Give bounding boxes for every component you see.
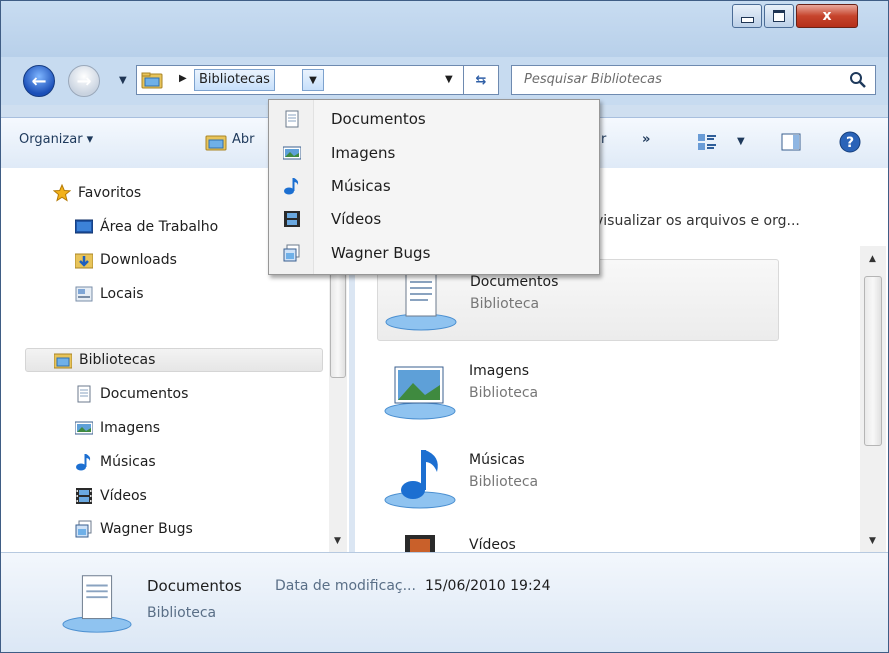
- forward-button[interactable]: →: [68, 65, 100, 97]
- open-folder-icon: [205, 135, 227, 151]
- star-icon: [53, 184, 71, 202]
- content-pane-scrollbar[interactable]: ▲ ▼: [860, 246, 886, 552]
- library-item-imagens[interactable]: Imagens Biblioteca: [377, 349, 777, 429]
- maximize-button[interactable]: [764, 4, 794, 28]
- library-item-name: Músicas: [469, 452, 525, 468]
- scroll-up-arrow-icon[interactable]: ▲: [869, 254, 876, 264]
- minimize-button[interactable]: [732, 4, 762, 28]
- library-item-kind: Biblioteca: [469, 385, 539, 401]
- forward-arrow-icon: →: [76, 70, 92, 92]
- menu-item-videos[interactable]: Vídeos: [269, 203, 599, 236]
- details-pane: Documentos Data de modificaç... 15/06/20…: [1, 552, 888, 652]
- navigation-pane-scroll-thumb[interactable]: [330, 268, 346, 378]
- chevron-down-icon: ▼: [309, 74, 317, 86]
- menu-item-wagner-bugs[interactable]: Wagner Bugs: [269, 237, 599, 270]
- music-note-icon: [284, 178, 299, 195]
- maximize-icon: [773, 10, 785, 22]
- breadcrumb-dropdown-menu: Documentos Imagens Músicas Vídeos Wagner…: [268, 99, 600, 275]
- library-item-name: Documentos: [470, 274, 559, 290]
- content-pane-scroll-thumb[interactable]: [864, 276, 882, 446]
- pictures-library-icon: [384, 366, 456, 420]
- user-library-icon: [75, 520, 92, 538]
- library-item-videos[interactable]: Vídeos: [377, 523, 777, 552]
- library-description-header: visualizar os arquivos e org...: [595, 213, 800, 229]
- breadcrumb-separator-icon[interactable]: ▶: [179, 73, 187, 84]
- title-bar[interactable]: x: [1, 1, 888, 57]
- recent-places-icon: [75, 286, 93, 302]
- back-button[interactable]: ←: [23, 65, 55, 97]
- close-button[interactable]: x: [796, 4, 858, 28]
- music-note-icon: [76, 454, 91, 471]
- back-arrow-icon: ←: [31, 70, 47, 92]
- search-icon[interactable]: [849, 71, 867, 89]
- desktop-icon: [75, 219, 93, 234]
- refresh-icon: ⇆: [475, 72, 487, 88]
- documents-library-icon: [62, 575, 132, 633]
- video-film-icon: [284, 211, 300, 227]
- help-icon[interactable]: ?: [839, 131, 861, 153]
- video-film-icon: [76, 488, 92, 504]
- scroll-down-arrow-icon[interactable]: ▼: [334, 536, 341, 546]
- menu-item-imagens[interactable]: Imagens: [269, 137, 599, 170]
- sidebar-bibliotecas-header[interactable]: Bibliotecas: [25, 348, 323, 372]
- refresh-button[interactable]: ⇆: [463, 65, 499, 95]
- view-options-dropdown-icon[interactable]: ▼: [737, 136, 745, 147]
- library-item-name: Vídeos: [469, 537, 516, 552]
- close-icon: x: [822, 8, 832, 24]
- documents-library-icon: [385, 271, 457, 331]
- document-icon: [285, 110, 299, 128]
- library-item-kind: Biblioteca: [470, 296, 540, 312]
- libraries-folder-icon: [54, 353, 72, 369]
- change-view-icon[interactable]: [697, 133, 717, 151]
- scroll-down-arrow-icon[interactable]: ▼: [869, 536, 876, 546]
- more-commands-button[interactable]: »: [642, 132, 650, 147]
- document-icon: [77, 385, 91, 403]
- videos-library-icon: [405, 535, 435, 552]
- preview-pane-icon[interactable]: [781, 133, 801, 151]
- toolbar-partial-button[interactable]: r: [601, 132, 606, 147]
- details-item-name: Documentos: [147, 577, 242, 595]
- recent-pages-dropdown-icon[interactable]: ▼: [119, 75, 127, 86]
- explorer-window: x ← → ▼ ▶ Bibliotecas ▼ ▼ ⇆ Pesquisar Bi…: [0, 0, 889, 653]
- search-box[interactable]: Pesquisar Bibliotecas: [511, 65, 876, 95]
- details-modified-label: Data de modificaç...: [275, 578, 416, 594]
- svg-text:?: ?: [846, 135, 854, 151]
- address-bar[interactable]: ▶ Bibliotecas ▼ ▼: [136, 65, 496, 95]
- libraries-folder-icon: [141, 72, 163, 89]
- pictures-icon: [75, 421, 93, 435]
- music-library-icon: [384, 450, 456, 509]
- pictures-icon: [283, 146, 301, 160]
- details-item-kind: Biblioteca: [147, 605, 217, 621]
- breadcrumb-bibliotecas[interactable]: Bibliotecas: [194, 69, 275, 91]
- organize-button[interactable]: Organizar ▾: [19, 132, 93, 147]
- downloads-folder-icon: [75, 253, 93, 269]
- user-library-icon: [283, 244, 300, 262]
- details-modified-value: 15/06/2010 19:24: [425, 578, 551, 594]
- library-item-kind: Biblioteca: [469, 474, 539, 490]
- search-input[interactable]: Pesquisar Bibliotecas: [524, 72, 662, 87]
- library-item-musicas[interactable]: Músicas Biblioteca: [377, 438, 777, 518]
- minimize-icon: [740, 17, 754, 23]
- menu-item-documentos[interactable]: Documentos: [269, 103, 599, 136]
- menu-item-musicas[interactable]: Músicas: [269, 170, 599, 203]
- open-button[interactable]: Abr: [232, 132, 255, 147]
- breadcrumb-dropdown-button[interactable]: ▼: [302, 69, 324, 91]
- library-item-name: Imagens: [469, 363, 530, 379]
- address-history-dropdown-icon[interactable]: ▼: [445, 74, 453, 85]
